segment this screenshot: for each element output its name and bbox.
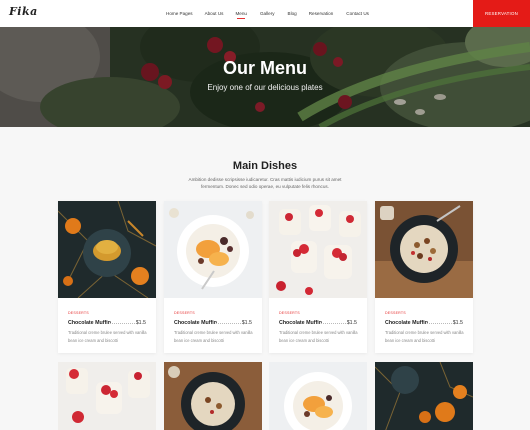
nav-item-blog[interactable]: Blog — [288, 11, 297, 16]
card-description: Traditional creme brulee served with van… — [279, 330, 358, 343]
card-category: DESSERTS — [68, 311, 89, 315]
menu-card[interactable]: DESSERTS Chocolate Muffin $1.5 Tradition… — [269, 201, 367, 353]
card-price: $1.5 — [452, 320, 463, 326]
price-leader-line — [216, 323, 241, 324]
card-description: Traditional creme brulee served with van… — [174, 330, 253, 343]
section-description: Ambition dedisse scripsisse iudicaretur.… — [188, 177, 342, 189]
main-nav: Home Pages About Us Menu Gallery Blog Re… — [162, 0, 369, 27]
card-price: $1.5 — [241, 320, 252, 326]
hero-title: Our Menu — [223, 58, 307, 78]
dish-image-strawberry-cups — [269, 201, 367, 298]
nav-item-gallery[interactable]: Gallery — [260, 11, 275, 16]
price-leader-line — [110, 323, 135, 324]
price-leader-line — [427, 323, 452, 324]
dish-image-pancakes — [58, 201, 156, 298]
menu-card[interactable] — [58, 362, 156, 430]
section-title: Main Dishes — [232, 160, 298, 172]
menu-card[interactable] — [269, 362, 367, 430]
dish-image-yogurt-apricot — [164, 201, 262, 298]
card-price: $1.5 — [135, 320, 146, 326]
dish-image-strawberry-cups — [58, 362, 156, 430]
card-category: DESSERTS — [174, 311, 195, 315]
menu-card[interactable] — [164, 362, 262, 430]
nav-item-reservation[interactable]: Reservation — [309, 11, 334, 16]
card-price: $1.5 — [346, 320, 357, 326]
card-description: Traditional creme brulee served with van… — [385, 330, 464, 343]
card-title[interactable]: Chocolate Muffin — [279, 320, 322, 326]
card-category: DESSERTS — [385, 311, 406, 315]
menu-card[interactable]: DESSERTS Chocolate Muffin $1.5 Tradition… — [58, 201, 156, 353]
reservation-button[interactable]: RESERVATION — [473, 0, 530, 27]
nav-item-home-pages[interactable]: Home Pages — [166, 11, 193, 16]
hero-subtitle: Enjoy one of our delicious plates — [207, 83, 323, 92]
dish-image-pancakes — [375, 362, 473, 430]
nav-item-contact-us[interactable]: Contact Us — [346, 11, 369, 16]
nav-item-about-us[interactable]: About Us — [205, 11, 224, 16]
price-leader-line — [321, 323, 346, 324]
dish-image-granola-bowl — [375, 201, 473, 298]
menu-card[interactable]: DESSERTS Chocolate Muffin $1.5 Tradition… — [164, 201, 262, 353]
card-title[interactable]: Chocolate Muffin — [68, 320, 111, 326]
menu-card[interactable]: DESSERTS Chocolate Muffin $1.5 Tradition… — [375, 201, 473, 353]
site-logo[interactable]: Fika — [9, 5, 38, 18]
dish-image-yogurt-apricot — [269, 362, 367, 430]
card-category: DESSERTS — [279, 311, 300, 315]
menu-card[interactable] — [375, 362, 473, 430]
hero-banner: Our Menu Enjoy one of our delicious plat… — [0, 27, 530, 127]
dish-image-granola-bowl — [164, 362, 262, 430]
card-title[interactable]: Chocolate Muffin — [385, 320, 428, 326]
nav-item-menu[interactable]: Menu — [235, 11, 247, 19]
site-header: Fika Home Pages About Us Menu Gallery Bl… — [0, 0, 530, 27]
card-title[interactable]: Chocolate Muffin — [174, 320, 217, 326]
card-description: Traditional creme brulee served with van… — [68, 330, 147, 343]
